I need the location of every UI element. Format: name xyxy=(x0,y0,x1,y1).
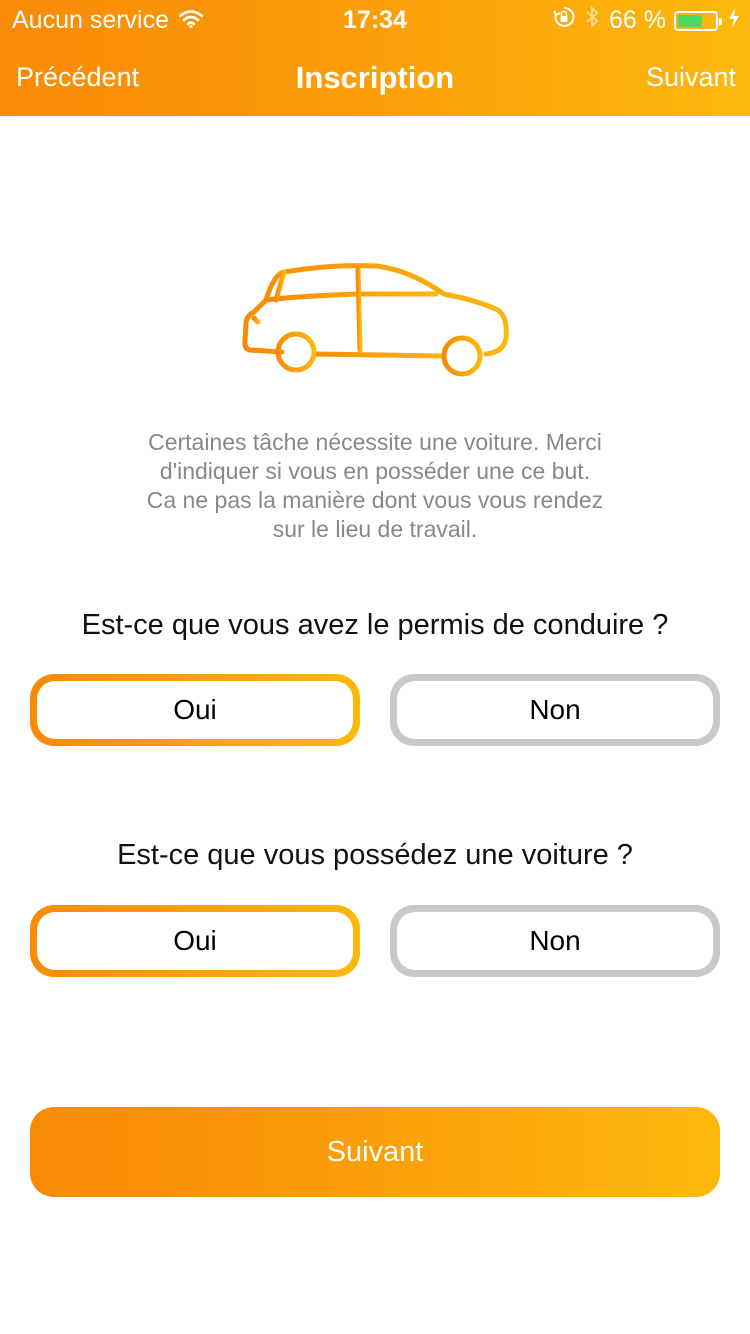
question-driving-license: Est-ce que vous avez le permis de condui… xyxy=(81,609,669,641)
license-no-button[interactable]: Non xyxy=(390,674,720,746)
option-label: Non xyxy=(397,912,713,970)
intro-line: sur le lieu de travail. xyxy=(272,516,478,542)
navigation-bar: Précédent Inscription Suivant xyxy=(0,40,750,116)
car-no-button[interactable]: Non xyxy=(390,905,720,977)
intro-text: Certaines tâche nécessite une voiture. M… xyxy=(100,428,650,544)
submit-next-button[interactable]: Suivant xyxy=(30,1107,720,1197)
battery-percent: 66 % xyxy=(609,6,666,34)
status-right: 66 % xyxy=(553,5,740,35)
car-yes-button[interactable]: Oui xyxy=(30,905,360,977)
question-own-car: Est-ce que vous possédez une voiture ? xyxy=(117,839,633,871)
nav-next-button[interactable]: Suivant xyxy=(646,62,736,93)
intro-line: Ca ne pas la manière dont vous vous rend… xyxy=(146,487,604,513)
header-bar: Aucun service 17:34 66 % Précédent Inscr… xyxy=(0,0,750,116)
license-yes-button[interactable]: Oui xyxy=(30,674,360,746)
option-label: Oui xyxy=(37,681,353,739)
signup-screen: Aucun service 17:34 66 % Précédent Inscr… xyxy=(0,0,750,1334)
intro-line: d'indiquer si vous en posséder une ce bu… xyxy=(159,458,591,484)
rotation-lock-icon xyxy=(553,6,575,35)
option-label: Oui xyxy=(37,912,353,970)
status-bar: Aucun service 17:34 66 % xyxy=(0,0,750,40)
page-title: Inscription xyxy=(295,60,455,95)
charging-icon xyxy=(728,6,740,35)
option-label: Non xyxy=(397,681,713,739)
bluetooth-icon xyxy=(585,5,599,35)
battery-cap xyxy=(719,17,722,25)
battery-level xyxy=(678,14,702,27)
intro-line: Certaines tâche nécessite une voiture. M… xyxy=(148,429,602,455)
car-icon xyxy=(242,263,509,377)
battery-icon xyxy=(674,10,722,31)
